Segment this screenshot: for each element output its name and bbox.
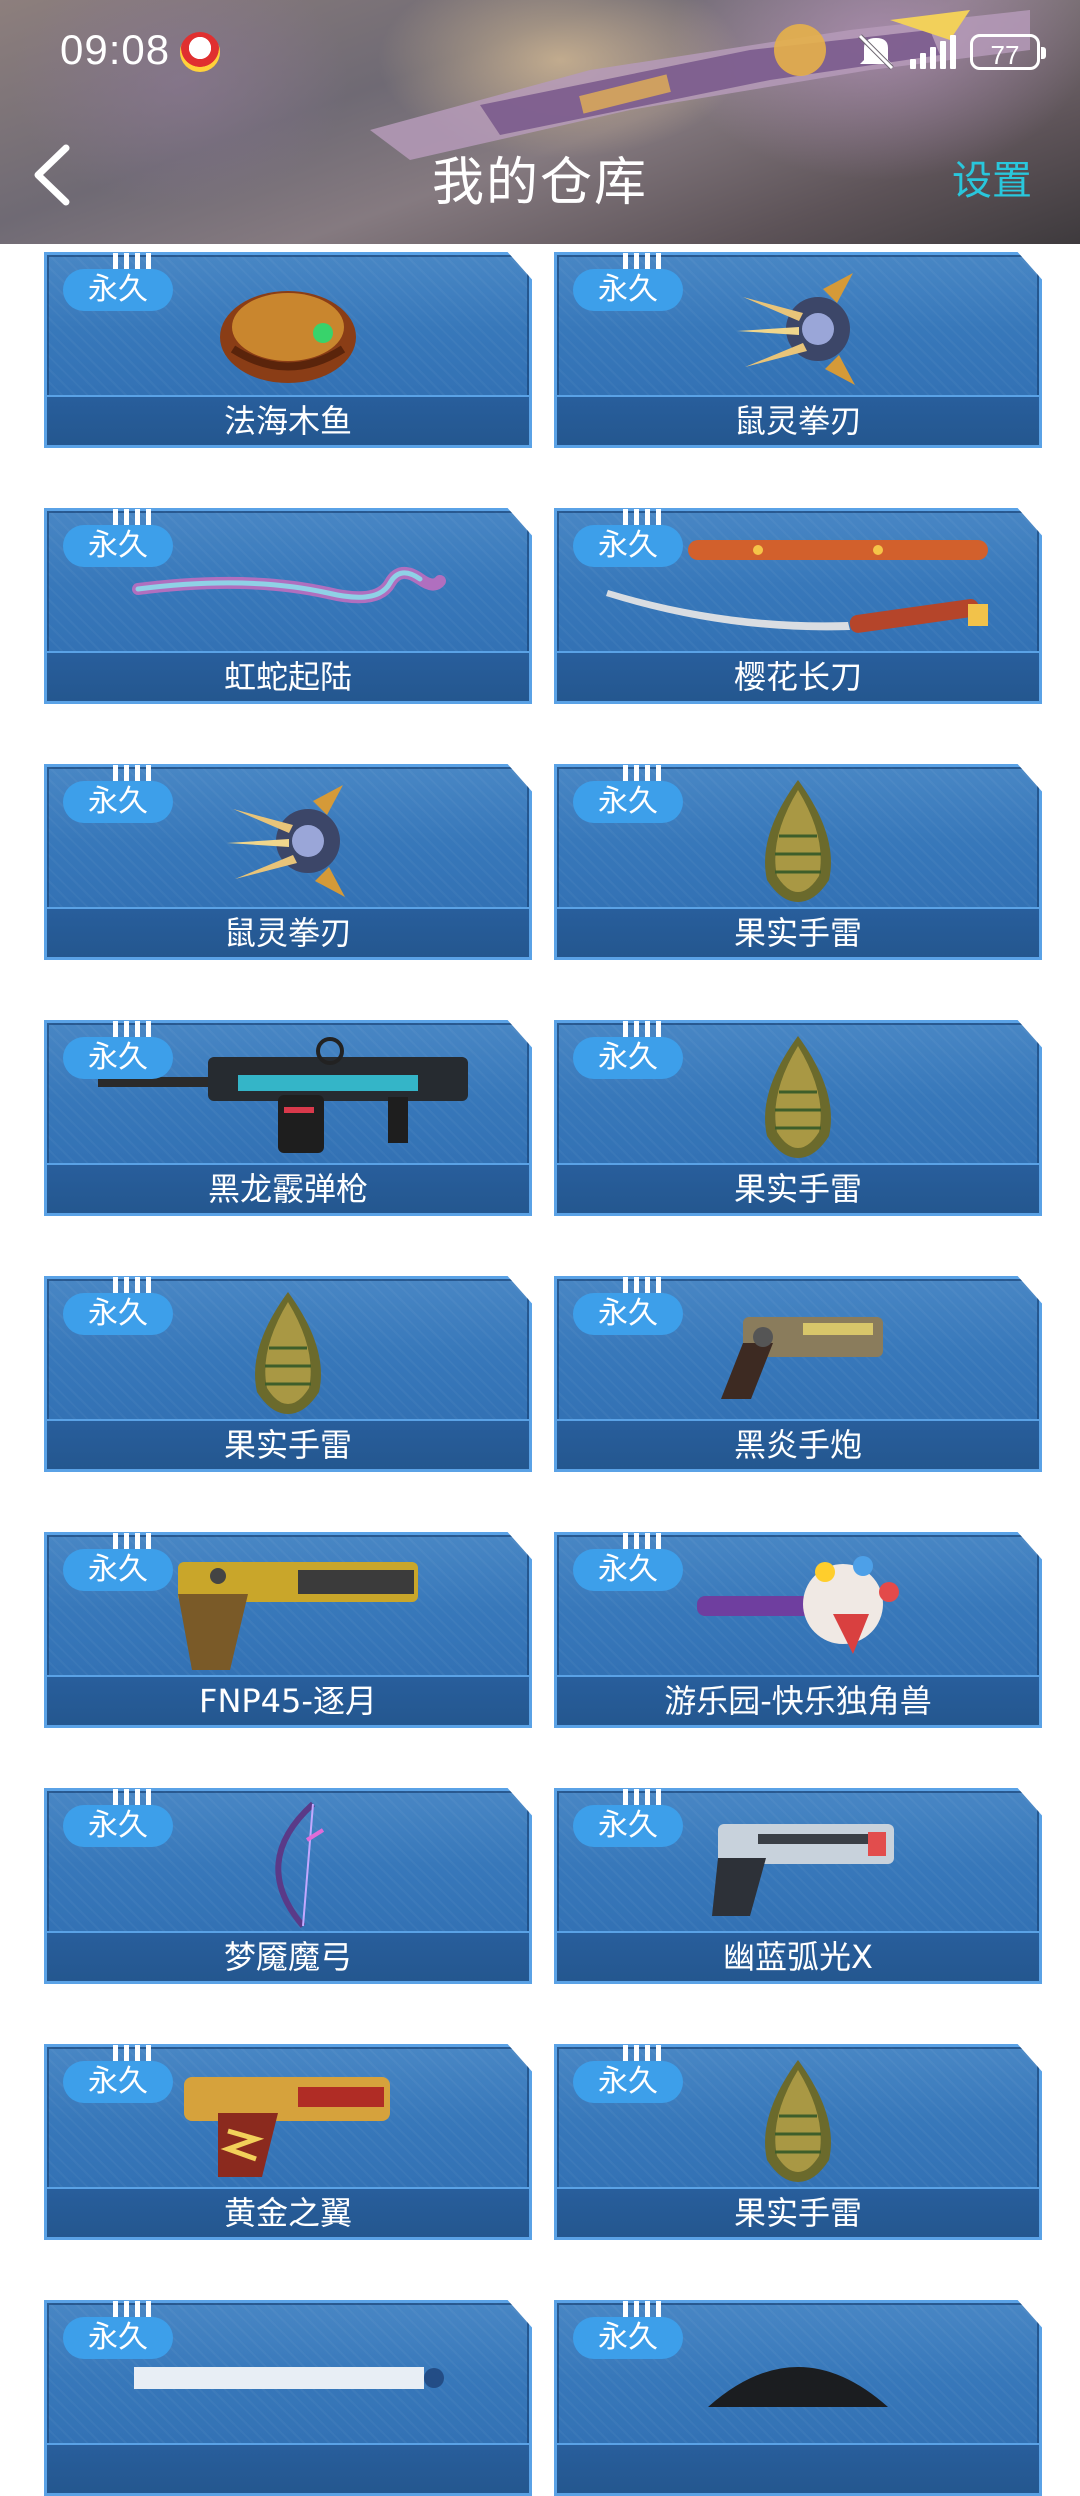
item-card[interactable]: 永久 FNP45-逐月 [44, 1532, 532, 1728]
item-card[interactable]: 永久果实手雷 [44, 1276, 532, 1472]
item-card[interactable]: 永久游乐园-快乐独角兽 [554, 1532, 1042, 1728]
item-card[interactable]: 永久黄金之翼 [44, 2044, 532, 2240]
item-name [557, 2443, 1039, 2493]
header: 09:08 77 我的仓库 设置 [0, 0, 1080, 244]
item-card[interactable]: 永久果实手雷 [554, 1020, 1042, 1216]
item-card[interactable]: 永久梦魇魔弓 [44, 1788, 532, 1984]
battery-icon: 77 [970, 34, 1046, 70]
status-indicators: 77 [856, 30, 1046, 74]
settings-button[interactable]: 设置 [952, 148, 1032, 206]
item-card[interactable]: 永久果实手雷 [554, 2044, 1042, 2240]
item-name: 果实手雷 [557, 1163, 1039, 1213]
item-card[interactable]: 永久鼠灵拳刃 [44, 764, 532, 960]
mute-icon [858, 34, 894, 70]
permanent-badge: 永久 [63, 781, 173, 823]
item-card[interactable]: 永久黑炎手炮 [554, 1276, 1042, 1472]
item-card[interactable]: 永久幽蓝弧光X [554, 1788, 1042, 1984]
permanent-badge: 永久 [573, 1805, 683, 1847]
item-name: 黄金之翼 [47, 2187, 529, 2237]
permanent-badge: 永久 [63, 1293, 173, 1335]
permanent-badge: 永久 [573, 1549, 683, 1591]
item-card[interactable]: 永久 [44, 2300, 532, 2496]
permanent-badge: 永久 [63, 1549, 173, 1591]
permanent-badge: 永久 [573, 1037, 683, 1079]
item-card[interactable]: 永久樱花长刀 [554, 508, 1042, 704]
item-name: 果实手雷 [557, 2187, 1039, 2237]
permanent-badge: 永久 [573, 1293, 683, 1335]
item-name: 鼠灵拳刃 [557, 395, 1039, 445]
item-card[interactable]: 永久 [554, 2300, 1042, 2496]
item-name: 果实手雷 [557, 907, 1039, 957]
permanent-badge: 永久 [573, 2317, 683, 2359]
permanent-badge: 永久 [63, 1805, 173, 1847]
item-name: 虹蛇起陆 [47, 651, 529, 701]
permanent-badge: 永久 [63, 1037, 173, 1079]
item-card[interactable]: 永久鼠灵拳刃 [554, 252, 1042, 448]
item-name: 鼠灵拳刃 [47, 907, 529, 957]
permanent-badge: 永久 [63, 2317, 173, 2359]
item-name: 游乐园-快乐独角兽 [557, 1675, 1039, 1725]
permanent-badge: 永久 [63, 2061, 173, 2103]
item-name: 果实手雷 [47, 1419, 529, 1469]
item-name: 法海木鱼 [47, 395, 529, 445]
item-name: 樱花长刀 [557, 651, 1039, 701]
item-card[interactable]: 永久果实手雷 [554, 764, 1042, 960]
item-name: 幽蓝弧光X [557, 1931, 1039, 1981]
item-card[interactable]: 永久虹蛇起陆 [44, 508, 532, 704]
page-title: 我的仓库 [431, 153, 648, 213]
permanent-badge: 永久 [573, 781, 683, 823]
permanent-badge: 永久 [63, 269, 173, 311]
status-time: 09:08 [60, 26, 171, 73]
item-name: 梦魇魔弓 [47, 1931, 529, 1981]
permanent-badge: 永久 [573, 2061, 683, 2103]
permanent-badge: 永久 [573, 269, 683, 311]
permanent-badge: 永久 [63, 525, 173, 567]
app-notification-icon [180, 32, 220, 72]
signal-icon [910, 35, 956, 69]
item-name [47, 2443, 529, 2493]
item-name: 黑炎手炮 [557, 1419, 1039, 1469]
permanent-badge: 永久 [573, 525, 683, 567]
item-name: 黑龙霰弹枪 [47, 1163, 529, 1213]
item-card[interactable]: 永久黑龙霰弹枪 [44, 1020, 532, 1216]
item-card[interactable]: 永久法海木鱼 [44, 252, 532, 448]
item-name: FNP45-逐月 [47, 1675, 529, 1725]
